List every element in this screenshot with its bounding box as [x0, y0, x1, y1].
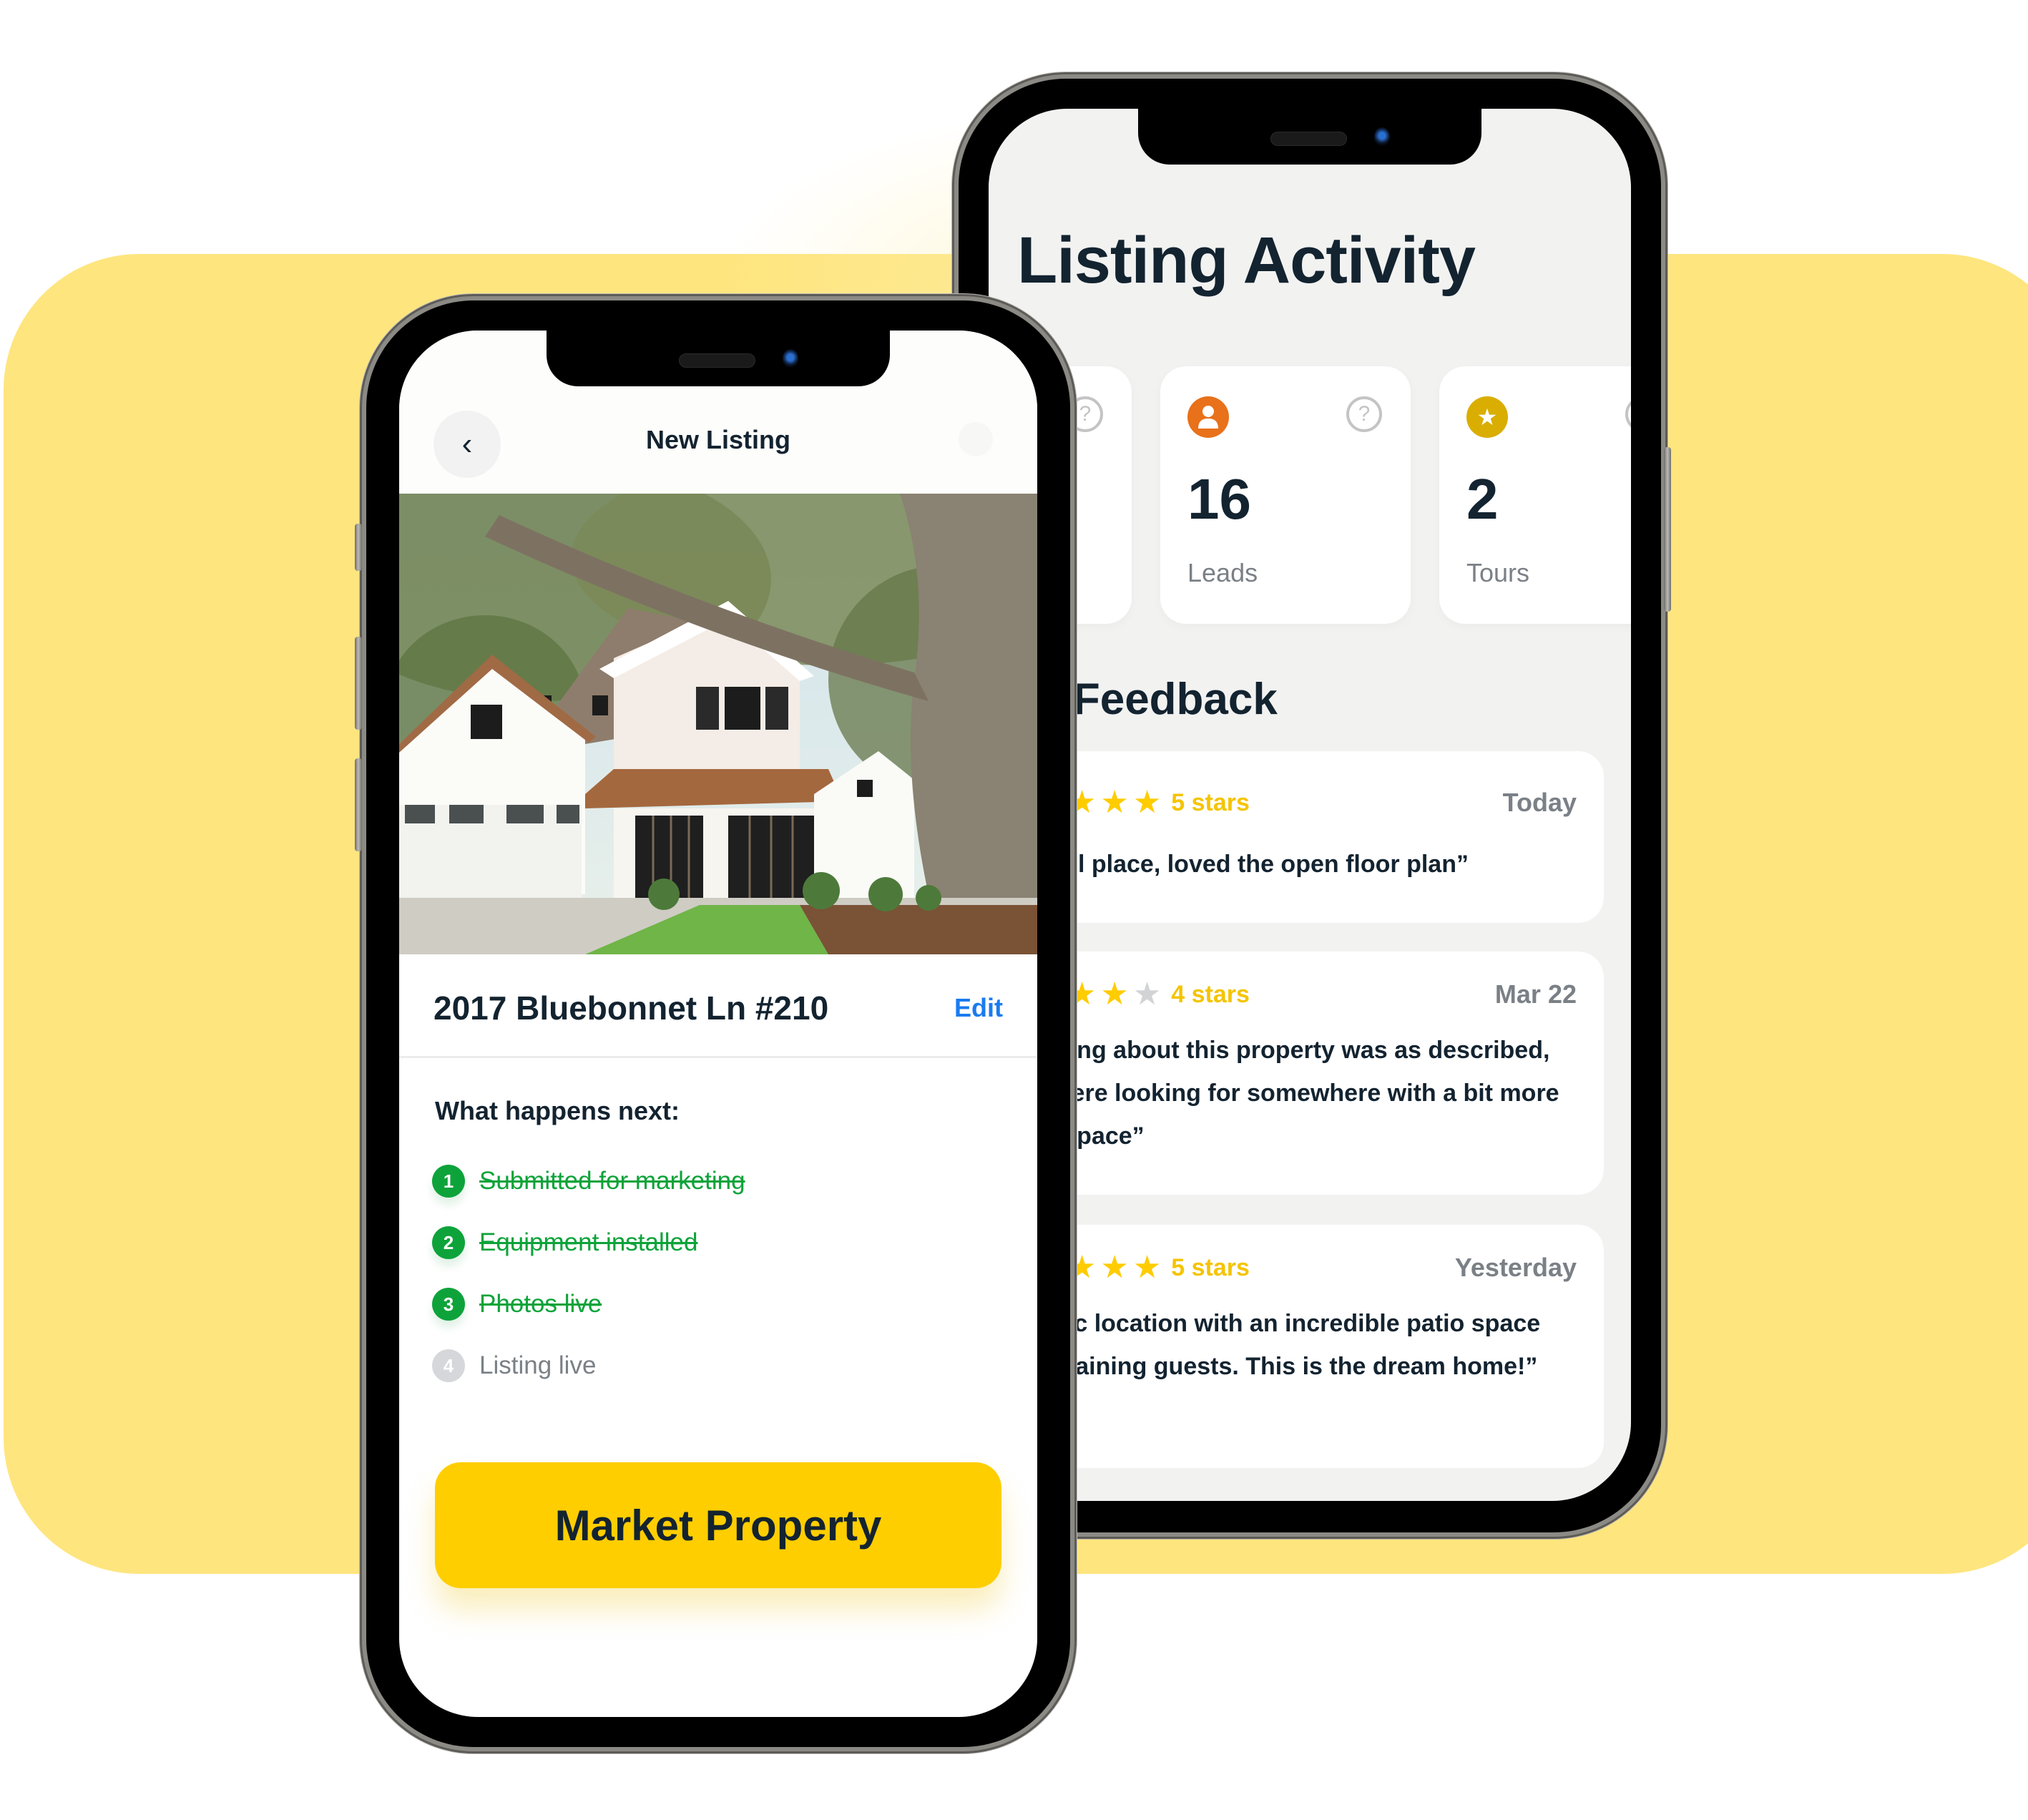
- stat-label: Tours: [1466, 558, 1530, 587]
- step-label: Listing live: [479, 1351, 597, 1379]
- house-illustration: [399, 494, 1037, 954]
- speaker-grille: [1270, 132, 1347, 146]
- step-label: Submitted for marketing: [479, 1167, 745, 1195]
- stats-row: › ? 130 Hunter Views ? 16 Leads ★ ? 2 To…: [989, 366, 1631, 624]
- help-circle-icon[interactable]: ?: [1067, 396, 1103, 432]
- review-card[interactable]: ★★★★★ 5 stars Today “Beautiful place, lo…: [989, 751, 1604, 923]
- person-icon: [1187, 396, 1229, 438]
- address-row: 2017 Bluebonnet Ln #210 Edit: [433, 989, 1003, 1027]
- edit-link[interactable]: Edit: [954, 993, 1003, 1023]
- star-icon: ★: [1100, 977, 1129, 1012]
- stat-card-leads[interactable]: ? 16 Leads: [1160, 366, 1411, 624]
- stars-label: 4 stars: [1171, 980, 1250, 1008]
- side-button: [1664, 447, 1671, 612]
- listing-photo[interactable]: [399, 494, 1037, 954]
- star-icon: ★: [1067, 785, 1097, 820]
- review-date: Yesterday: [1454, 1253, 1577, 1282]
- stat-label: Leads: [1187, 558, 1258, 587]
- star-icon: ★: [1132, 1250, 1162, 1285]
- step-item: 1 Submitted for marketing: [432, 1150, 745, 1212]
- step-item: 2 Equipment installed: [432, 1212, 745, 1273]
- star-icon: ★: [1132, 785, 1162, 820]
- listing-activity-screen: Listing Activity › ? 130 Hunter Views ? …: [989, 109, 1631, 1501]
- step-number-badge: 1: [432, 1165, 465, 1198]
- person-glyph: [1198, 406, 1218, 429]
- nav-action-placeholder: [959, 422, 993, 456]
- page-title: Listing Activity: [1017, 224, 1476, 297]
- review-date: Mar 22: [1494, 979, 1577, 1009]
- nav-title: New Listing: [645, 425, 790, 454]
- review-text: “Everything about this property was as d…: [989, 1037, 1559, 1150]
- review-card[interactable]: ★★★★★ 5 stars Yesterday “Fantastic locat…: [989, 1225, 1604, 1468]
- star-icon: ★: [1100, 1250, 1129, 1285]
- notch: [547, 331, 890, 386]
- star-empty-icon: ★: [1132, 977, 1162, 1012]
- next-steps-title: What happens next:: [435, 1096, 680, 1125]
- star-icon: ★: [1100, 785, 1129, 820]
- step-label: Equipment installed: [479, 1228, 698, 1256]
- volume-down-button: [355, 758, 362, 851]
- next-steps-list: 1 Submitted for marketing 2 Equipment in…: [432, 1150, 745, 1396]
- help-circle-icon[interactable]: ?: [1346, 396, 1382, 432]
- stat-card-tours[interactable]: ★ ? 2 Tours: [1439, 366, 1631, 624]
- front-camera-icon: [783, 349, 798, 368]
- step-item: 4 Listing live: [432, 1335, 745, 1396]
- listing-address: 2017 Bluebonnet Ln #210: [433, 989, 829, 1027]
- phone-new-listing: ‹ New Listing 2017 Bluebonnet Ln #210 Ed…: [355, 300, 1070, 1747]
- new-listing-screen: ‹ New Listing 2017 Bluebonnet Ln #210 Ed…: [399, 331, 1037, 1717]
- step-number-badge: 4: [432, 1349, 465, 1382]
- step-number-badge: 3: [432, 1288, 465, 1321]
- review-card[interactable]: ★★★★★ 4 stars Mar 22 “Everything about t…: [989, 951, 1604, 1195]
- star-icon: ★: [1067, 1250, 1097, 1285]
- stars-label: 5 stars: [1171, 788, 1250, 816]
- market-property-button[interactable]: Market Property: [435, 1462, 1001, 1588]
- notch: [1138, 109, 1481, 165]
- help-circle-icon[interactable]: ?: [1625, 396, 1631, 432]
- front-camera-icon: [1374, 127, 1390, 146]
- star-badge-icon: ★: [1466, 396, 1508, 438]
- review-date: Today: [1502, 788, 1577, 817]
- divider: [399, 1056, 1037, 1058]
- stars-label: 5 stars: [1171, 1253, 1250, 1281]
- star-icon: ★: [1067, 977, 1097, 1012]
- stat-value: 16: [1187, 467, 1251, 531]
- step-label: Photos live: [479, 1290, 602, 1318]
- step-item: 3 Photos live: [432, 1273, 745, 1335]
- stat-value: 2: [1466, 467, 1499, 531]
- review-text: “Fantastic location with an incredible p…: [989, 1310, 1541, 1380]
- volume-up-button: [355, 637, 362, 730]
- step-number-badge: 2: [432, 1226, 465, 1259]
- mute-switch: [355, 524, 362, 571]
- review-text: “Beautiful place, loved the open floor p…: [989, 851, 1469, 878]
- speaker-grille: [679, 353, 755, 368]
